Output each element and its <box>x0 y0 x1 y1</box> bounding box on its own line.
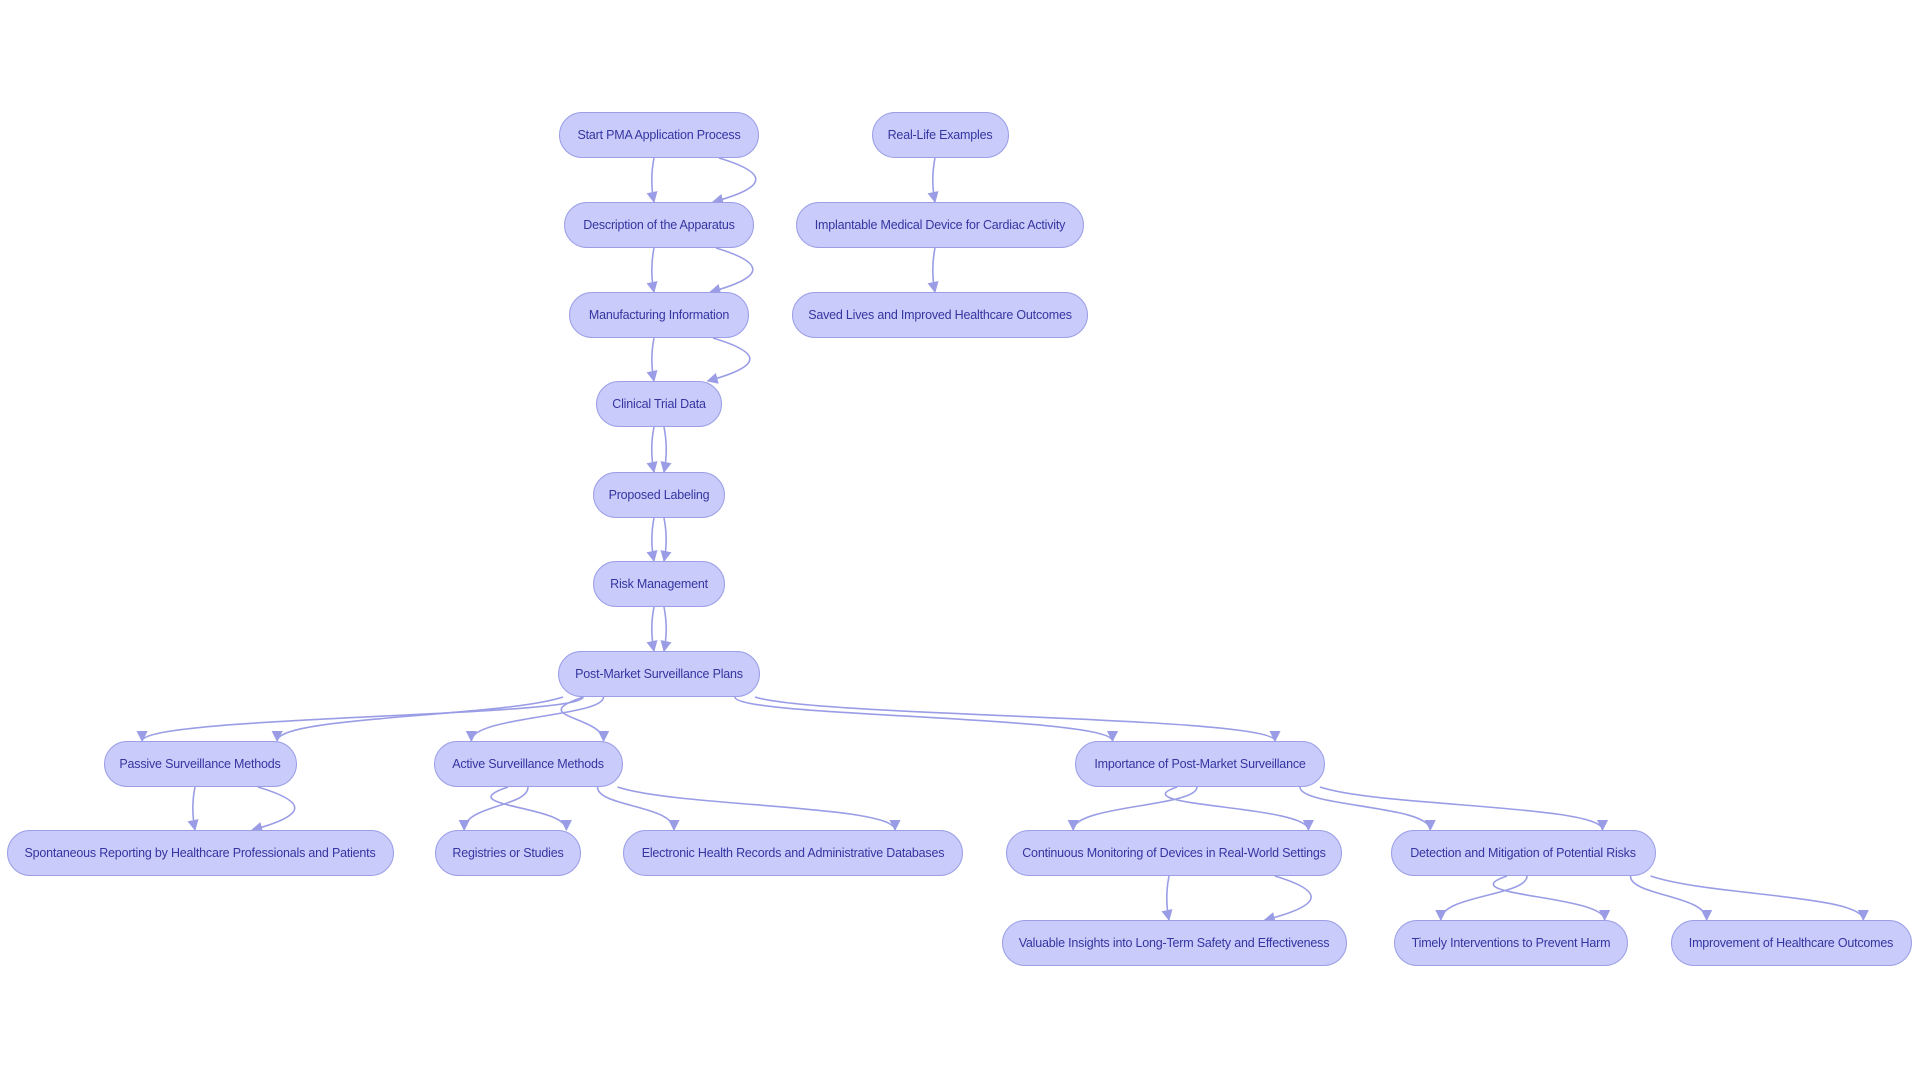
node-label: Registries or Studies <box>452 846 564 860</box>
edge-imp-cont <box>1164 786 1314 832</box>
edge-risk-post <box>660 606 672 653</box>
edge-det-improve <box>1629 875 1713 922</box>
node-passive[interactable]: Passive Surveillance Methods <box>103 741 297 787</box>
edge-imp-det <box>1299 786 1436 832</box>
node-implant[interactable]: Implantable Medical Device for Cardiac A… <box>796 202 1084 248</box>
edge-active-reg <box>490 786 572 832</box>
node-label: Timely Interventions to Prevent Harm <box>1411 936 1611 950</box>
edge-implant-saved <box>927 247 939 294</box>
node-label: Proposed Labeling <box>608 488 710 502</box>
node-post[interactable]: Post-Market Surveillance Plans <box>558 651 760 697</box>
edge-cont-val <box>1263 875 1312 923</box>
node-label: Real-Life Examples <box>887 128 993 142</box>
node-imp[interactable]: Importance of Post-Market Surveillance <box>1075 741 1325 787</box>
edge-start-desc <box>646 157 658 204</box>
edge-active-ehr <box>596 786 680 832</box>
edge-manu-clin <box>706 337 751 384</box>
edge-cont-val <box>1161 875 1173 922</box>
node-label: Importance of Post-Market Surveillance <box>1094 757 1306 771</box>
node-label: Passive Surveillance Methods <box>119 757 281 771</box>
node-risk[interactable]: Risk Management <box>593 561 725 607</box>
node-real[interactable]: Real-Life Examples <box>871 112 1009 158</box>
edge-real-implant <box>927 157 939 204</box>
node-label: Implantable Medical Device for Cardiac A… <box>814 218 1066 232</box>
node-active[interactable]: Active Surveillance Methods <box>433 741 623 787</box>
node-label: Active Surveillance Methods <box>452 757 604 771</box>
edge-manu-clin <box>646 337 658 383</box>
node-det[interactable]: Detection and Mitigation of Potential Ri… <box>1390 830 1656 876</box>
node-label: Start PMA Application Process <box>577 128 741 142</box>
edge-start-desc <box>711 157 757 205</box>
node-cont[interactable]: Continuous Monitoring of Devices in Real… <box>1006 830 1342 876</box>
node-label: Improvement of Healthcare Outcomes <box>1688 936 1894 950</box>
node-manu[interactable]: Manufacturing Information <box>569 292 749 338</box>
node-ehr[interactable]: Electronic Health Records and Administra… <box>623 830 963 876</box>
node-spont[interactable]: Spontaneous Reporting by Healthcare Prof… <box>6 830 394 876</box>
node-label: Manufacturing Information <box>588 308 730 322</box>
node-label: Continuous Monitoring of Devices in Real… <box>1022 846 1326 860</box>
node-clin[interactable]: Clinical Trial Data <box>596 381 722 427</box>
edge-det-improve <box>1650 875 1869 922</box>
edge-passive-spont <box>251 786 296 833</box>
edge-clin-prop <box>646 426 658 474</box>
edge-prop-risk <box>660 517 672 563</box>
node-saved[interactable]: Saved Lives and Improved Healthcare Outc… <box>792 292 1088 338</box>
edge-passive-spont <box>187 786 199 832</box>
node-val[interactable]: Valuable Insights into Long-Term Safety … <box>1001 920 1347 966</box>
node-timely[interactable]: Timely Interventions to Prevent Harm <box>1394 920 1628 966</box>
edge-imp-cont <box>1067 786 1198 832</box>
edge-desc-manu <box>646 247 658 294</box>
node-start[interactable]: Start PMA Application Process <box>559 112 759 158</box>
node-label: Spontaneous Reporting by Healthcare Prof… <box>24 846 376 860</box>
node-label: Electronic Health Records and Administra… <box>641 846 945 860</box>
node-reg[interactable]: Registries or Studies <box>435 830 581 876</box>
node-label: Description of the Apparatus <box>583 218 735 232</box>
node-label: Clinical Trial Data <box>612 397 706 411</box>
node-desc[interactable]: Description of the Apparatus <box>564 202 754 248</box>
edge-active-reg <box>458 786 529 832</box>
node-label: Detection and Mitigation of Potential Ri… <box>1410 846 1636 860</box>
node-label: Risk Management <box>610 577 708 591</box>
edge-prop-risk <box>646 517 658 563</box>
node-improve[interactable]: Improvement of Healthcare Outcomes <box>1670 920 1912 966</box>
edge-clin-prop <box>660 426 672 474</box>
edge-risk-post <box>646 606 658 653</box>
edge-active-ehr <box>617 786 901 832</box>
edge-det-timely <box>1492 875 1611 922</box>
node-label: Post-Market Surveillance Plans <box>575 667 743 681</box>
edge-imp-det <box>1319 786 1609 832</box>
edge-post-imp <box>754 696 1281 743</box>
node-label: Saved Lives and Improved Healthcare Outc… <box>808 308 1072 322</box>
node-label: Valuable Insights into Long-Term Safety … <box>1018 936 1330 950</box>
edge-post-passive <box>136 696 584 743</box>
edges-layer <box>136 157 1869 923</box>
edge-det-timely <box>1435 875 1528 922</box>
node-prop[interactable]: Proposed Labeling <box>593 472 725 518</box>
edge-desc-manu <box>709 247 754 295</box>
